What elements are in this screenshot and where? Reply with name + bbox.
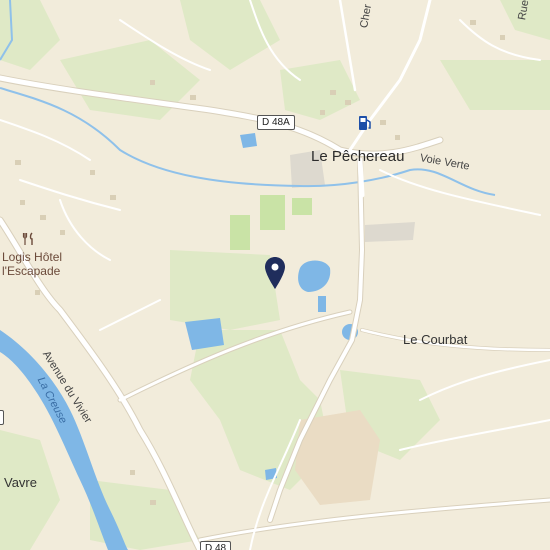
road-shield-d48: D 48 [200,541,232,550]
road-shield-d48a: D 48A [257,115,295,130]
restaurant-icon[interactable] [22,232,36,246]
fuel-station-icon[interactable] [357,114,373,132]
place-label-vavre[interactable]: Vavre [4,475,37,490]
poi-label-line2: l'Escapade [2,264,61,278]
location-pin-icon[interactable] [264,256,286,290]
town-label-le-pechereau[interactable]: Le Pêchereau [311,148,404,165]
road-shield-partial [0,410,4,425]
place-label-le-courbat[interactable]: Le Courbat [403,332,467,347]
map-canvas[interactable]: Le Pêchereau Le Courbat Vavre Voie Verte… [0,0,550,550]
poi-label-line1: Logis Hôtel [2,250,63,264]
poi-label-logis-hotel[interactable]: Logis Hôtel l'Escapade [2,250,62,278]
